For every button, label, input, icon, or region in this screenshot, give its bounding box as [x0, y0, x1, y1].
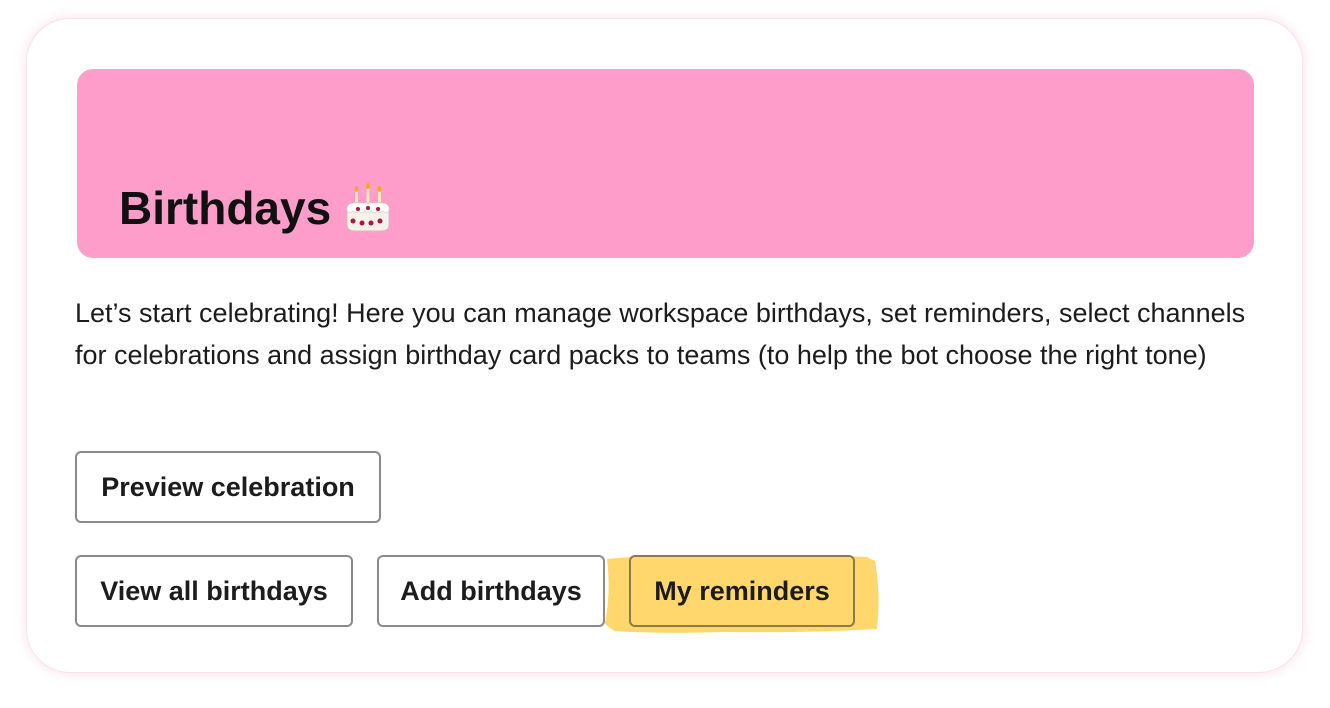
description-text: Let’s start celebrating! Here you can ma…	[75, 298, 1246, 370]
preview-celebration-button[interactable]: Preview celebration	[75, 451, 381, 523]
birthdays-banner: Birthdays	[77, 69, 1254, 258]
add-birthdays-button[interactable]: Add birthdays	[377, 555, 605, 627]
birthdays-card: Birthdays Let’s start celebrating! Here …	[26, 18, 1303, 673]
view-all-birthdays-button[interactable]: View all birthdays	[75, 555, 353, 627]
page-title-text: Birthdays	[119, 182, 332, 234]
my-reminders-button[interactable]: My reminders	[629, 555, 855, 627]
page-title: Birthdays	[119, 178, 393, 238]
birthday-cake-icon	[346, 183, 390, 232]
